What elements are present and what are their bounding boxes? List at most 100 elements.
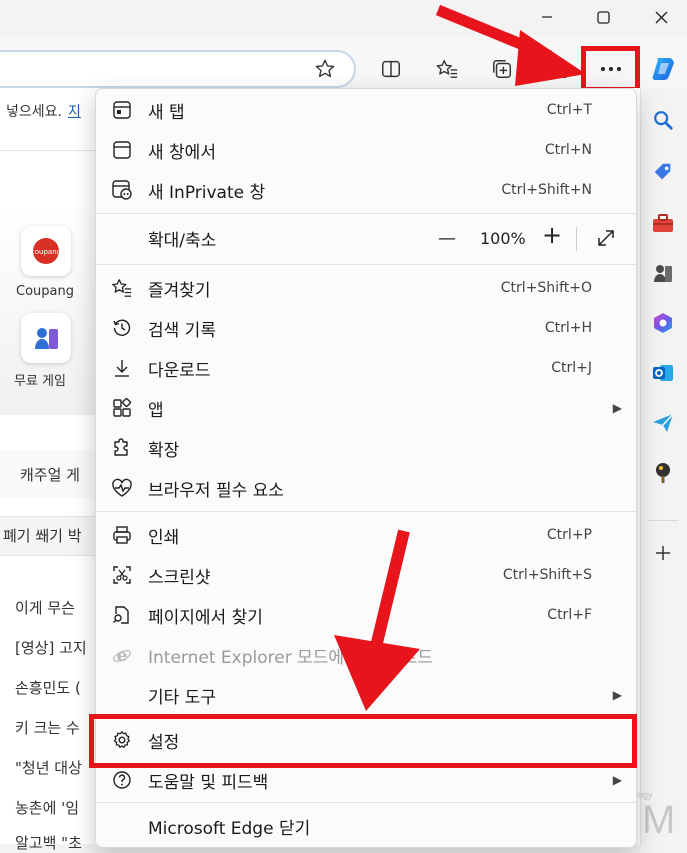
history-icon	[110, 316, 134, 340]
menu-shortcut: Ctrl+N	[544, 142, 592, 158]
menu-divider	[96, 213, 636, 214]
games-icon[interactable]	[648, 258, 678, 288]
search-box[interactable]	[0, 150, 100, 206]
search-hint-link[interactable]: 지	[68, 101, 81, 121]
new-tab-icon	[110, 98, 134, 122]
menu-divider	[96, 264, 636, 265]
menu-label: 페이지에서 찾기	[148, 607, 263, 628]
toolbox-icon[interactable]	[648, 208, 678, 238]
essentials-icon	[110, 476, 134, 500]
ie-icon: e	[110, 643, 134, 667]
menu-item-new-window[interactable]: 새 창에서 Ctrl+N	[96, 130, 636, 170]
menu-item-extensions[interactable]: 확장	[96, 428, 636, 468]
star-icon[interactable]	[308, 52, 342, 86]
menu-shortcut: Ctrl+P	[546, 527, 592, 543]
menu-item-apps[interactable]: 앱 ▶	[96, 388, 636, 428]
screenshot-icon	[110, 563, 134, 587]
zoom-in-button[interactable]: +	[542, 221, 562, 249]
menu-item-history[interactable]: 검색 기록 Ctrl+H	[96, 308, 636, 348]
menu-label: 스크린샷	[148, 567, 211, 588]
outlook-icon[interactable]	[648, 358, 678, 388]
menu-label: 즐겨찾기	[148, 280, 211, 301]
chevron-right-icon: ▶	[612, 773, 622, 787]
zoom-out-button[interactable]: —	[438, 228, 456, 249]
menu-label: 앱	[148, 400, 164, 421]
menu-shortcut: Ctrl+J	[551, 360, 592, 376]
arrow-to-more-options	[435, 4, 586, 86]
news-headline[interactable]: "청년 대상	[0, 757, 95, 778]
menu-label: 다운로드	[148, 360, 211, 381]
news-headline[interactable]: 폐기 쐐기 박	[0, 525, 95, 546]
coupang-logo: coupang	[31, 238, 61, 264]
menu-shortcut: Ctrl+F	[547, 607, 592, 623]
search-icon[interactable]	[648, 105, 678, 135]
menu-divider	[96, 802, 636, 803]
search-hint-text: 넣으세요.	[6, 104, 62, 120]
menu-label: 확장	[148, 440, 180, 461]
close-icon[interactable]	[638, 0, 684, 34]
chevron-right-icon: ▶	[612, 401, 622, 415]
menu-label: 검색 기록	[148, 320, 216, 341]
zoom-value: 100%	[480, 228, 526, 248]
apps-icon	[110, 396, 134, 420]
menu-label: 새 창에서	[148, 142, 216, 163]
favorites-icon	[110, 276, 134, 300]
casual-tab[interactable]: 캐주얼 게	[0, 450, 100, 498]
split-screen-icon[interactable]	[374, 52, 408, 86]
find-icon	[110, 603, 134, 627]
menu-item-close-edge[interactable]: Microsoft Edge 닫기	[96, 806, 636, 846]
chess-icon	[35, 328, 58, 349]
help-icon	[110, 768, 134, 792]
arrow-to-settings	[334, 529, 420, 711]
news-headline[interactable]: 이게 무슨	[0, 597, 95, 618]
menu-divider	[96, 511, 636, 512]
address-bar[interactable]	[0, 50, 356, 88]
menu-label: 브라우저 필수 요소	[148, 480, 284, 501]
menu-label: 새 InPrivate 창	[148, 182, 266, 203]
menu-label: 인쇄	[148, 527, 180, 548]
menu-label: 도움말 및 피드백	[148, 772, 269, 793]
news-headline[interactable]: 손흥민도 (	[0, 677, 95, 698]
menu-item-favorites[interactable]: 즐겨찾기 Ctrl+Shift+O	[96, 268, 636, 308]
menu-label: Microsoft Edge 닫기	[148, 818, 311, 839]
sidebar-divider	[648, 520, 678, 521]
free-games-label: 무료 게임	[14, 374, 66, 389]
svg-text:coupang: coupang	[31, 248, 61, 256]
news-headline[interactable]: 키 크는 수	[0, 717, 95, 738]
new-window-icon	[110, 138, 134, 162]
menu-shortcut: Ctrl+Shift+S	[502, 567, 592, 583]
menu-shortcut: Ctrl+Shift+N	[501, 182, 592, 198]
coupang-tile[interactable]: coupang	[21, 226, 71, 276]
extensions-icon	[110, 436, 134, 460]
menu-shortcut: Ctrl+T	[546, 102, 592, 118]
menu-item-downloads[interactable]: 다운로드 Ctrl+J	[96, 348, 636, 388]
chevron-right-icon: ▶	[612, 688, 622, 702]
svg-text:e: e	[117, 646, 128, 665]
copilot-icon[interactable]	[646, 50, 682, 86]
download-icon	[110, 356, 134, 380]
search-hint: 넣으세요. 지	[0, 96, 100, 126]
shopping-tag-icon[interactable]	[648, 157, 678, 187]
menu-item-inprivate[interactable]: 새 InPrivate 창 Ctrl+Shift+N	[96, 170, 636, 210]
menu-item-new-tab[interactable]: 새 탭 Ctrl+T	[96, 90, 636, 130]
menu-item-zoom: 확대/축소 — 100% +	[96, 218, 636, 258]
add-icon[interactable]	[648, 538, 678, 568]
send-icon[interactable]	[648, 408, 678, 438]
menu-label: 기타 도구	[148, 687, 216, 708]
tree-icon[interactable]	[648, 458, 678, 488]
menu-shortcut: Ctrl+Shift+O	[500, 280, 592, 296]
microsoft-365-icon[interactable]	[648, 308, 678, 338]
news-headline[interactable]: [영상] 고지	[0, 637, 95, 658]
free-games-tile[interactable]	[21, 313, 71, 363]
news-headline[interactable]: 알고백 "초	[0, 832, 95, 853]
settings-highlight	[89, 714, 637, 768]
news-headline[interactable]: 농촌에 '임	[0, 797, 95, 818]
menu-shortcut: Ctrl+H	[544, 320, 592, 336]
menu-item-browser-essentials[interactable]: 브라우저 필수 요소	[96, 468, 636, 508]
menu-label: 새 탭	[148, 102, 185, 123]
coupang-label: Coupang	[16, 284, 74, 299]
zoom-label: 확대/축소	[148, 230, 217, 251]
fullscreen-icon[interactable]	[596, 228, 616, 248]
inprivate-icon	[110, 178, 134, 202]
print-icon	[110, 523, 134, 547]
